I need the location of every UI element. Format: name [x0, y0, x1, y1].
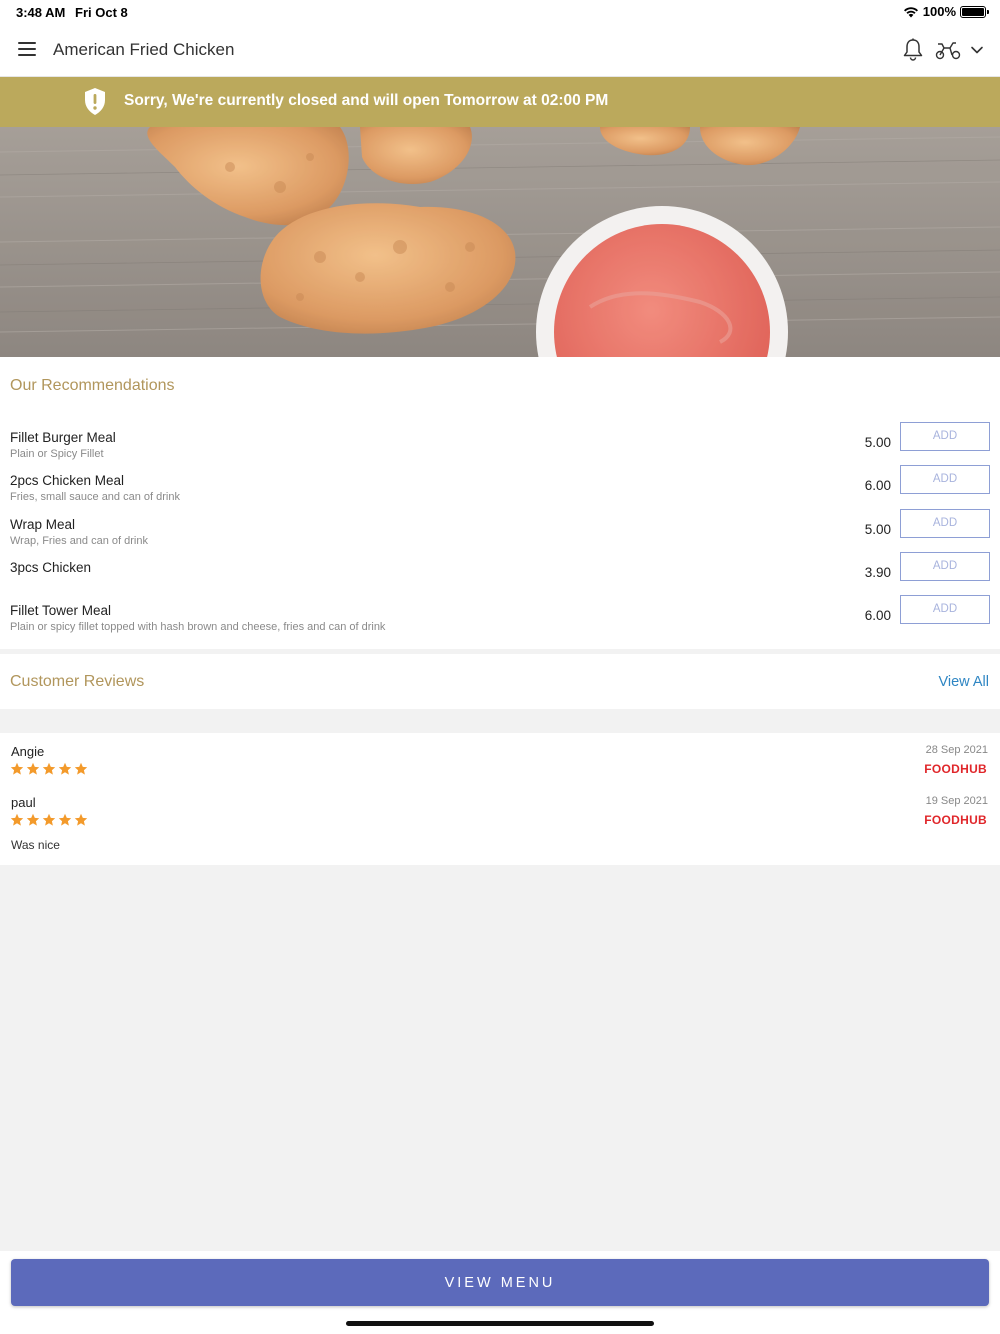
recommendations-title: Our Recommendations — [10, 377, 175, 394]
rec-desc: Plain or Spicy Fillet — [10, 448, 104, 460]
star-icon — [74, 813, 88, 826]
bottom-bar: VIEW MENU — [0, 1251, 1000, 1334]
view-menu-button[interactable]: VIEW MENU — [11, 1259, 989, 1306]
battery-percent: 100% — [922, 4, 956, 19]
star-icon — [58, 762, 72, 775]
shield-alert-icon — [85, 88, 105, 115]
rec-name: 2pcs Chicken Meal — [10, 473, 125, 488]
reviewer-name: Angie — [11, 744, 45, 759]
rec-name: Fillet Tower Meal — [10, 603, 112, 618]
add-button[interactable]: ADD — [900, 595, 990, 624]
reviews-title: Customer Reviews — [10, 673, 145, 690]
rec-item: 2pcs Chicken Meal Fries, small sauce and… — [0, 465, 1000, 516]
add-button[interactable]: ADD — [900, 552, 990, 581]
star-icon — [42, 762, 56, 775]
closed-banner: Sorry, We're currently closed and will o… — [0, 77, 1000, 127]
add-button[interactable]: ADD — [900, 422, 990, 451]
rec-desc: Fries, small sauce and can of drink — [10, 491, 180, 503]
rec-price: 5.00 — [864, 522, 891, 537]
star-rating — [10, 813, 88, 827]
status-right: 100% — [903, 4, 989, 19]
rec-name: 3pcs Chicken — [10, 560, 92, 575]
wifi-icon — [903, 6, 918, 17]
rec-name: Wrap Meal — [10, 517, 76, 532]
app-header: American Fried Chicken — [0, 24, 1000, 77]
star-icon — [74, 762, 88, 775]
battery-icon — [960, 5, 989, 18]
rec-price: 3.90 — [864, 565, 891, 580]
chevron-down-icon[interactable] — [970, 43, 984, 57]
foodhub-logo: FOODHUB — [924, 813, 987, 827]
star-icon — [58, 813, 72, 826]
rec-item: Fillet Burger Meal Plain or Spicy Fillet… — [0, 422, 1000, 473]
star-icon — [10, 762, 24, 775]
hero-image — [0, 127, 1000, 357]
status-date: Fri Oct 8 — [75, 5, 128, 20]
review-date: 19 Sep 2021 — [925, 795, 988, 807]
rec-desc: Plain or spicy fillet topped with hash b… — [10, 621, 386, 633]
star-rating — [10, 762, 88, 776]
rec-price: 5.00 — [864, 435, 891, 450]
reviews-header: Customer Reviews View All — [0, 654, 1000, 709]
star-icon — [10, 813, 24, 826]
fried-chicken-photo — [0, 127, 1000, 357]
home-indicator — [346, 1321, 654, 1326]
menu-icon[interactable] — [18, 42, 36, 56]
rec-desc: Wrap, Fries and can of drink — [10, 535, 148, 547]
rec-price: 6.00 — [864, 608, 891, 623]
restaurant-title: American Fried Chicken — [53, 40, 235, 59]
rec-price: 6.00 — [864, 478, 891, 493]
view-all-link[interactable]: View All — [938, 674, 989, 690]
bell-icon[interactable] — [902, 38, 924, 62]
closed-message: Sorry, We're currently closed and will o… — [124, 92, 609, 109]
foodhub-logo: FOODHUB — [924, 762, 987, 776]
status-bar: 3:48 AM Fri Oct 8 100% — [0, 0, 1000, 24]
recommendations-section: Our Recommendations Fillet Burger Meal P… — [0, 357, 1000, 649]
status-time: 3:48 AM — [16, 5, 66, 20]
review-text: Was nice — [11, 838, 60, 852]
star-icon — [26, 813, 40, 826]
rec-item: Fillet Tower Meal Plain or spicy fillet … — [0, 595, 1000, 646]
add-button[interactable]: ADD — [900, 465, 990, 494]
star-icon — [26, 762, 40, 775]
scooter-icon[interactable] — [935, 40, 961, 60]
review-date: 28 Sep 2021 — [925, 744, 988, 756]
star-icon — [42, 813, 56, 826]
reviewer-name: paul — [11, 795, 36, 810]
add-button[interactable]: ADD — [900, 509, 990, 538]
rec-item: Wrap Meal Wrap, Fries and can of drink 5… — [0, 509, 1000, 560]
rec-name: Fillet Burger Meal — [10, 430, 116, 445]
rec-item: 3pcs Chicken 3.90 ADD — [0, 552, 1000, 603]
reviews-list: Angie 28 Sep 2021 FOODHUB paul 19 Sep 20… — [0, 733, 1000, 865]
